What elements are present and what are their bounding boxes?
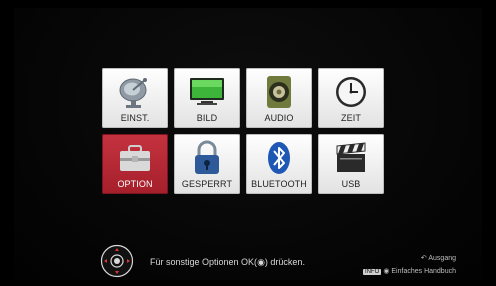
clapperboard-icon	[336, 142, 366, 172]
tile-label: USB	[341, 179, 361, 189]
menu-tile-bild[interactable]: BILD	[174, 68, 240, 128]
info-button-badge: INFO	[362, 269, 382, 275]
clock-icon	[336, 77, 366, 107]
menu-tile-usb[interactable]: USB	[318, 134, 384, 194]
manual-label: Einfaches Handbuch	[391, 268, 456, 275]
tv-screen-icon	[190, 78, 224, 105]
ok-button-icon: ◉	[257, 257, 265, 267]
menu-tile-zeit[interactable]: ZEIT	[318, 68, 384, 128]
hint-prefix: Für sonstige Optionen OK(	[150, 257, 258, 267]
satellite-dish-icon	[119, 78, 147, 108]
speaker-icon	[267, 76, 291, 108]
tile-label: AUDIO	[264, 113, 294, 123]
padlock-icon	[195, 140, 219, 174]
tile-label: BLUETOOTH	[251, 179, 307, 189]
hint-text: Für sonstige Optionen OK(◉) drücken.	[150, 257, 305, 268]
tile-label: OPTION	[117, 179, 153, 189]
bluetooth-icon	[268, 142, 290, 174]
menu-tile-option[interactable]: OPTION	[102, 134, 168, 194]
menu-tile-bluetooth[interactable]: BLUETOOTH	[246, 134, 312, 194]
toolbox-icon	[120, 145, 150, 171]
menu-tile-gesperrt[interactable]: GESPERRT	[174, 134, 240, 194]
back-arrow-icon: ↶	[420, 255, 427, 262]
menu-tile-einst[interactable]: EINST.	[102, 68, 168, 128]
exit-label: Ausgang	[428, 255, 456, 262]
tile-label: ZEIT	[341, 113, 361, 123]
tile-label: EINST.	[120, 113, 150, 123]
tile-label: BILD	[196, 113, 218, 123]
settings-menu-grid: EINST. BILD AUDIO ZEIT OPTION GESPERRT B…	[102, 68, 384, 194]
tile-label: GESPERRT	[181, 179, 233, 189]
remote-nav-ring-icon	[100, 244, 134, 278]
hint-suffix: ) drücken.	[264, 257, 305, 267]
ok-small-icon: ◉	[383, 268, 390, 275]
exit-hint: ↶ Ausgang	[421, 254, 456, 262]
menu-tile-audio[interactable]: AUDIO	[246, 68, 312, 128]
manual-hint: INFO ◉ Einfaches Handbuch	[362, 267, 456, 275]
